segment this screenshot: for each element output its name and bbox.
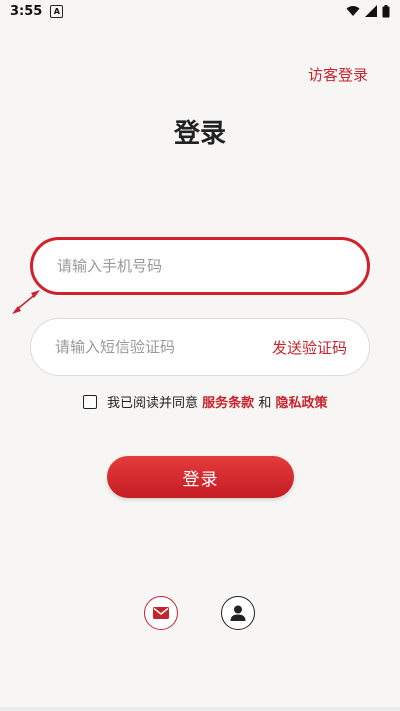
- app-notification-icon: A: [50, 4, 64, 18]
- account-login-button[interactable]: [221, 596, 255, 630]
- terms-link[interactable]: 服务条款: [202, 396, 254, 411]
- sms-code-field-container: 发送验证码: [30, 318, 370, 376]
- sms-code-input[interactable]: [53, 337, 272, 357]
- battery-icon: [382, 4, 390, 17]
- signal-icon: [365, 5, 377, 17]
- status-bar-right: [346, 4, 390, 18]
- mail-login-button[interactable]: [144, 596, 178, 630]
- agreement-checkbox[interactable]: [83, 394, 97, 409]
- agreement-row: 我已阅读并同意 服务条款 和 隐私政策: [83, 392, 327, 411]
- login-button[interactable]: 登录: [107, 456, 294, 498]
- send-code-button[interactable]: 发送验证码: [272, 337, 347, 358]
- phone-input[interactable]: [55, 256, 345, 276]
- privacy-link[interactable]: 隐私政策: [275, 396, 327, 411]
- guest-login-link[interactable]: 访客登录: [308, 64, 368, 85]
- annotation-arrow-icon: [12, 290, 40, 314]
- status-bar-left: 3:55 A: [10, 3, 64, 19]
- agreement-text: 我已阅读并同意 服务条款 和 隐私政策: [107, 392, 327, 411]
- status-bar: 3:55 A: [0, 0, 400, 22]
- page-title: 登录: [173, 119, 226, 149]
- bottom-bar: [0, 707, 400, 711]
- agreement-prefix: 我已阅读并同意: [107, 396, 199, 411]
- phone-field-container: [30, 237, 370, 295]
- status-time: 3:55: [10, 3, 43, 19]
- user-icon: [230, 605, 246, 621]
- wifi-icon: [346, 6, 360, 16]
- mail-icon: [153, 607, 169, 619]
- agreement-and: 和: [258, 396, 272, 411]
